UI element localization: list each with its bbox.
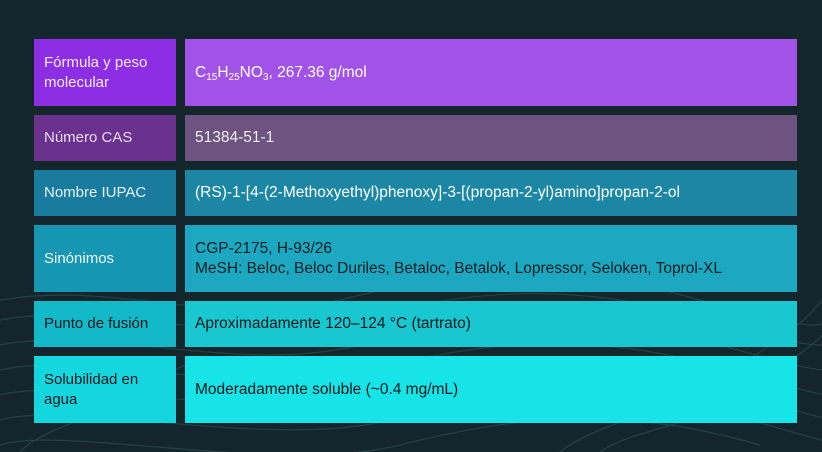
value-water-solubility: Moderadamente soluble (~0.4 mg/mL)	[185, 356, 797, 423]
value-synonyms: CGP-2175, H-93/26 MeSH: Beloc, Beloc Dur…	[185, 225, 797, 292]
label-synonyms: Sinónimos	[34, 225, 176, 292]
molecular-weight: , 267.36 g/mol	[268, 63, 367, 81]
label-formula-weight: Fórmula y peso molecular	[34, 39, 176, 106]
value-iupac-name: (RS)-1-[4-(2-Methoxyethyl)phenoxy]-3-[(p…	[185, 170, 797, 216]
compound-properties-table: Fórmula y peso molecular C15H25NO3, 267.…	[0, 0, 822, 452]
value-cas-number: 51384-51-1	[185, 115, 797, 161]
label-melting-point: Punto de fusión	[34, 301, 176, 347]
label-cas-number: Número CAS	[34, 115, 176, 161]
molecular-formula: C15H25NO3	[195, 63, 269, 83]
label-water-solubility: Solubilidad en agua	[34, 356, 176, 423]
label-iupac-name: Nombre IUPAC	[34, 170, 176, 216]
synonyms-mesh: MeSH: Beloc, Beloc Duriles, Betaloc, Bet…	[195, 259, 722, 277]
synonyms-codes: CGP-2175, H-93/26	[195, 239, 332, 257]
value-melting-point: Aproximadamente 120–124 °C (tartrato)	[185, 301, 797, 347]
value-formula-weight: C15H25NO3, 267.36 g/mol	[185, 39, 797, 106]
